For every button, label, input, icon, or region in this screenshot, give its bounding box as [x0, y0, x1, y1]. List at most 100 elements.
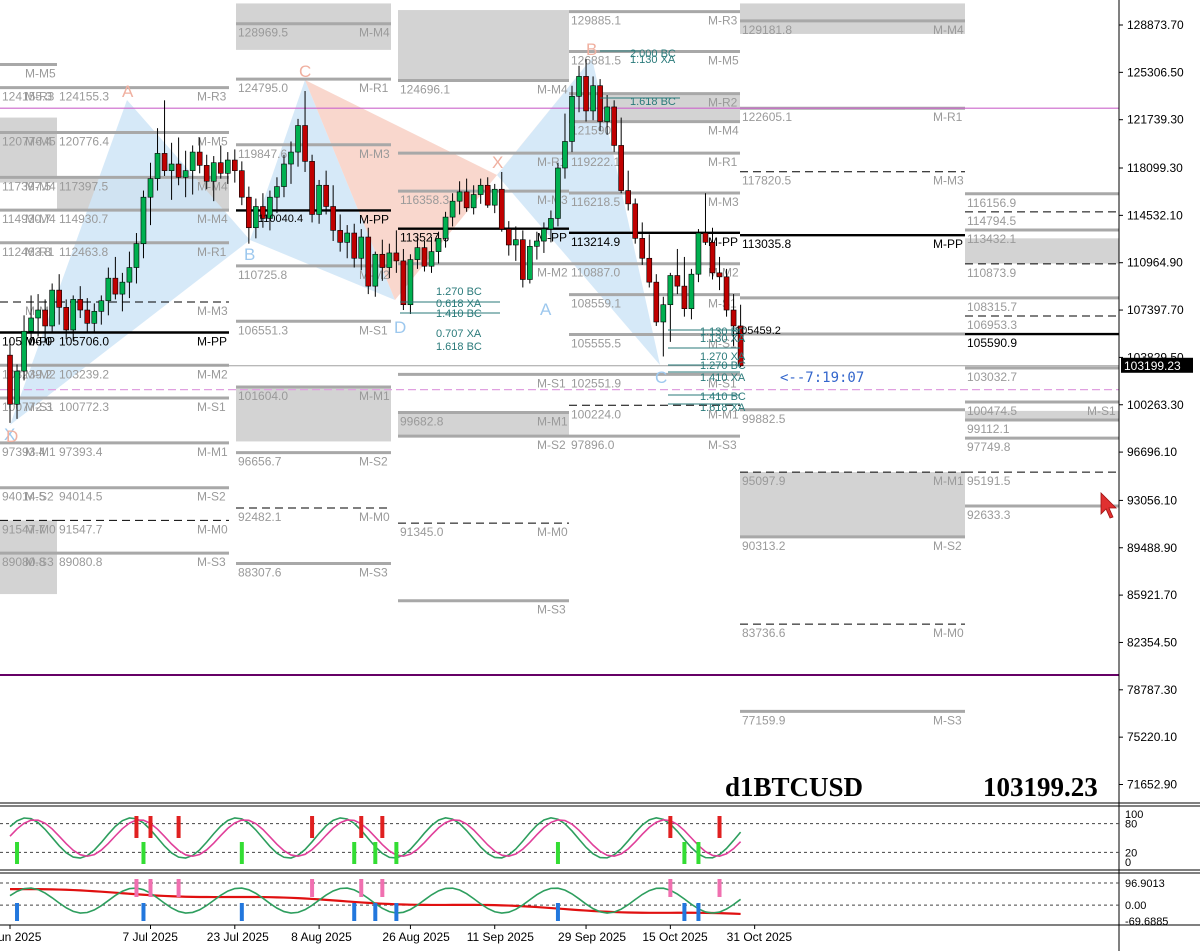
candle-body — [660, 304, 667, 323]
pivot-value-label: 114930.7 — [59, 212, 108, 226]
pivot-value-label: 105590.9 — [967, 336, 1017, 350]
pivot-name-label: M-M3 — [537, 193, 568, 207]
pivot-name-label: M-M1 — [25, 445, 56, 459]
candle-body — [147, 178, 154, 198]
price-tick-label: 75220.10 — [1127, 730, 1177, 744]
time-tick-label: 31 Oct 2025 — [727, 930, 793, 944]
pivot-value-label: 110887.0 — [571, 266, 620, 280]
candle-body — [337, 230, 343, 243]
candle-body — [386, 252, 393, 268]
candle-body — [7, 354, 13, 405]
candle-body — [449, 200, 456, 218]
candle-body — [730, 309, 737, 327]
candle-body — [435, 238, 442, 252]
candle-body — [688, 273, 695, 309]
oscillator-level-label: 96.9013 — [1125, 878, 1165, 890]
candle-body — [632, 203, 639, 239]
candle-body — [56, 289, 62, 308]
pivot-name-label: M-S3 — [197, 555, 226, 569]
candle-body — [309, 161, 315, 215]
pivot-name-label: M-PP — [933, 237, 963, 251]
buy-signal-marker — [555, 842, 560, 864]
pivot-name-label: M-S1 — [197, 400, 226, 414]
price-tick-label: 118099.30 — [1127, 161, 1183, 175]
pivot-value-label: 77159.9 — [742, 713, 786, 727]
price-tick-label: 100263.30 — [1127, 398, 1184, 412]
pattern-point-label: C — [655, 368, 667, 387]
candle-body — [470, 194, 477, 209]
candle-body — [400, 260, 407, 306]
pivot-name-label: M-M0 — [359, 510, 390, 524]
candle-body — [484, 184, 491, 206]
candle-body — [203, 165, 210, 182]
price-tick-label: 96696.10 — [1127, 445, 1177, 459]
candle-body — [63, 307, 70, 331]
pivot-value-label: 124696.1 — [400, 82, 450, 96]
sell-signal-marker — [134, 816, 139, 838]
candle-body — [105, 277, 112, 302]
candle-body — [133, 243, 140, 268]
price-tick-label: 93056.10 — [1127, 493, 1177, 507]
candle-body — [597, 85, 603, 122]
pivot-name-label: M-M4 — [25, 179, 56, 193]
pivot-name-label: M-M2 — [197, 367, 228, 381]
candle-body — [154, 153, 161, 179]
pivot-name-label: M-S2 — [197, 490, 226, 504]
pivot-value-label: 92633.3 — [967, 508, 1011, 522]
candle-body — [358, 236, 365, 259]
pivot-name-label: M-M4 — [359, 26, 390, 40]
pivot-name-label: M-M4 — [197, 212, 228, 226]
pivot-name-label: M-S1 — [537, 376, 566, 390]
candle-body — [330, 206, 336, 231]
candle-body — [611, 106, 617, 146]
pivot-value-label: 113214.9 — [571, 235, 620, 249]
sell-signal-marker — [148, 816, 153, 838]
pivot-value-label: 120776.4 — [59, 134, 109, 148]
sell-signal-marker — [148, 879, 153, 897]
pivot-name-label: M-S1 — [25, 400, 54, 414]
candle-body — [182, 170, 189, 178]
buy-signal-marker — [352, 903, 357, 921]
price-tick-label: 78787.30 — [1127, 683, 1177, 697]
candle-body — [274, 186, 280, 198]
candle-body — [583, 76, 589, 112]
pivot-name-label: M-R1 — [359, 81, 389, 95]
pivot-name-label: M-R1 — [25, 245, 55, 259]
candle-body — [407, 259, 414, 306]
buy-signal-marker — [555, 903, 560, 921]
price-tick-label: 125306.50 — [1127, 65, 1184, 79]
candle-body — [625, 190, 632, 205]
pivot-name-label: M-M5 — [197, 134, 228, 148]
pivot-value-label: 110725.8 — [238, 268, 287, 282]
buy-signal-marker — [15, 903, 20, 921]
buy-signal-marker — [239, 903, 244, 921]
candle-body — [168, 163, 175, 171]
pivot-zone — [0, 117, 57, 183]
pivot-name-label: M-S2 — [537, 438, 566, 452]
pivot-value-label: 116218.5 — [571, 195, 620, 209]
sell-signal-marker — [668, 816, 673, 838]
price-tick-label: 110964.90 — [1127, 256, 1183, 270]
candle-body — [456, 191, 463, 202]
sell-signal-marker — [380, 879, 385, 897]
candle-body — [414, 247, 421, 260]
pivot-value-label: 90313.2 — [742, 539, 786, 553]
candle-body — [281, 163, 287, 187]
pivot-value-label: 110873.9 — [967, 266, 1016, 280]
pivot-value-label: 97749.8 — [967, 440, 1011, 454]
sell-signal-marker — [668, 879, 673, 897]
chart-stage[interactable]: M-M5124155.3M-R3120776.4M-M5117397.5M-M4… — [0, 0, 1200, 951]
candle-body — [639, 238, 646, 259]
pivot-name-label: M-M0 — [537, 525, 568, 539]
pivot-value-label: 121590 — [571, 124, 611, 138]
pivot-value-label: 103239.2 — [59, 367, 109, 381]
pattern-point-label: C — [299, 62, 311, 81]
buy-signal-marker — [394, 903, 399, 921]
pivot-name-label: M-R3 — [708, 14, 738, 28]
pivot-name-label: M-S3 — [708, 438, 737, 452]
candle-body — [590, 85, 596, 112]
fib-ratio-label: 1.410 XA — [700, 372, 746, 384]
candle-body — [709, 242, 716, 274]
symbol-caption: d1BTCUSD — [725, 772, 863, 802]
pivot-name-label: M-M2 — [25, 367, 56, 381]
